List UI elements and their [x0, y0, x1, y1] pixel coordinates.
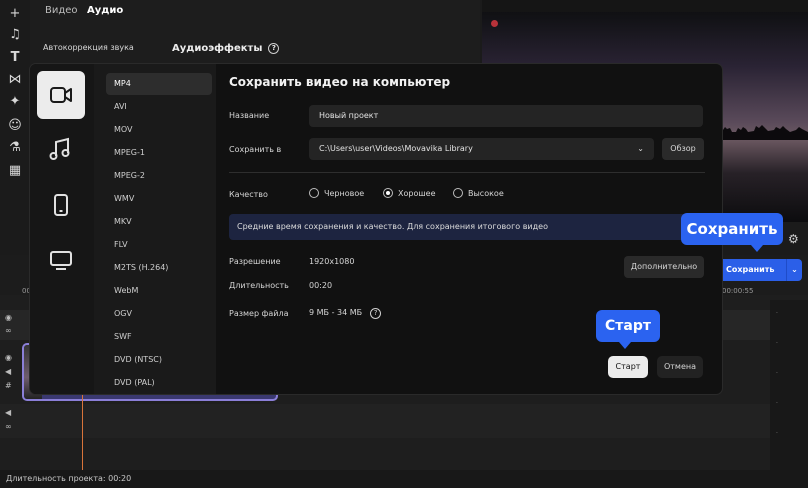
- radio-dot: [309, 188, 319, 198]
- resolution-value: 1920x1080: [309, 257, 355, 266]
- speaker-icon[interactable]: ◀: [5, 367, 11, 376]
- project-duration: Длительность проекта: 00:20: [6, 474, 132, 483]
- category-devices[interactable]: [37, 181, 85, 229]
- settings-gear-icon[interactable]: ⚙: [788, 232, 799, 246]
- radio-label: Черновое: [324, 189, 365, 198]
- dialog-title: Сохранить видео на компьютер: [229, 75, 451, 89]
- ruler-time-end: 00:00:55: [722, 287, 754, 295]
- filesize-label: Размер файла: [229, 309, 289, 318]
- meter-mark: -: [776, 370, 778, 376]
- format-list: MP4 AVI MOV MPEG-1 MPEG-2 WMV MKV FLV M2…: [94, 64, 216, 394]
- start-tooltip-arrow: [619, 342, 631, 349]
- format-item[interactable]: WebM: [106, 280, 212, 302]
- music-icon[interactable]: ♫: [7, 27, 23, 43]
- cancel-button[interactable]: Отмена: [657, 356, 703, 378]
- start-tooltip: Старт: [596, 310, 660, 342]
- speaker-icon[interactable]: ◀: [5, 408, 11, 417]
- transitions-icon[interactable]: ⋈: [7, 72, 23, 88]
- link-icon[interactable]: ∞: [5, 326, 12, 335]
- text-icon[interactable]: T: [7, 50, 23, 66]
- radio-label: Хорошее: [398, 189, 436, 198]
- quality-label: Качество: [229, 190, 268, 199]
- help-icon[interactable]: ?: [370, 308, 382, 319]
- format-item[interactable]: DVD (NTSC): [106, 349, 212, 371]
- format-item[interactable]: MPEG-1: [106, 142, 212, 164]
- auto-correction-label[interactable]: Автокоррекция звука: [43, 43, 134, 52]
- main-save-button[interactable]: Сохранить ⌄: [716, 259, 802, 281]
- music-note-icon: [49, 137, 70, 160]
- save-path-dropdown[interactable]: C:\Users\user\Videos\Movavika Library ⌄: [309, 138, 654, 160]
- tab-audio[interactable]: Аудио: [87, 5, 123, 16]
- chevron-down-icon: ⌄: [637, 144, 644, 153]
- format-item[interactable]: SWF: [106, 326, 212, 348]
- duration-label: Длительность: [229, 281, 289, 290]
- save-tooltip: Сохранить: [681, 213, 783, 245]
- monitor-icon: [50, 251, 72, 270]
- meter-mark: -: [776, 310, 778, 316]
- format-item[interactable]: MP4: [106, 73, 212, 95]
- more-tools-icon[interactable]: ▦: [7, 163, 23, 179]
- left-toolbar: + ♫ T ⋈ ✦ ☺ ⚗ ▦: [0, 0, 30, 250]
- audio-effects-label: Аудиоэффекты: [172, 43, 263, 54]
- video-camera-icon: [50, 87, 72, 103]
- audio-effects-title: Аудиоэффекты?: [172, 43, 280, 54]
- phone-icon: [54, 194, 68, 216]
- category-tv[interactable]: [37, 236, 85, 284]
- grid-icon[interactable]: #: [5, 381, 12, 390]
- eye-icon[interactable]: ◉: [5, 353, 12, 362]
- browse-button[interactable]: Обзор: [662, 138, 704, 160]
- radio-dot: [383, 188, 393, 198]
- save-tooltip-arrow: [751, 245, 763, 252]
- format-item[interactable]: MOV: [106, 119, 212, 141]
- link-icon[interactable]: ∞: [5, 422, 12, 431]
- format-item[interactable]: AVI: [106, 96, 212, 118]
- camels-silhouette: [712, 125, 808, 140]
- meter-mark: -: [776, 340, 778, 346]
- format-item[interactable]: DVD (PAL): [106, 372, 212, 394]
- track-row: [0, 404, 770, 438]
- stickers-icon[interactable]: ☺: [7, 118, 23, 134]
- duration-value: 00:20: [309, 281, 333, 290]
- filesize-row: 9 МБ - 34 МБ?: [309, 308, 382, 319]
- category-video[interactable]: [37, 71, 85, 119]
- preview-top-bar: [482, 0, 808, 12]
- meter-mark: -: [776, 400, 778, 406]
- save-in-label: Сохранить в: [229, 145, 282, 154]
- audio-level-meter: [770, 300, 808, 470]
- quality-high-radio[interactable]: Высокое: [453, 188, 504, 200]
- start-button[interactable]: Старт: [608, 356, 648, 378]
- advanced-button[interactable]: Дополнительно: [624, 256, 704, 278]
- format-item[interactable]: OGV: [106, 303, 212, 325]
- format-item[interactable]: MPEG-2: [106, 165, 212, 187]
- radio-dot: [453, 188, 463, 198]
- app-window: + ♫ T ⋈ ✦ ☺ ⚗ ▦ Видео Аудио Автокоррекци…: [0, 0, 808, 488]
- radio-label: Высокое: [468, 189, 504, 198]
- record-dot-icon: [491, 20, 498, 27]
- category-column: [30, 64, 94, 394]
- tab-video[interactable]: Видео: [45, 5, 78, 16]
- quality-info-box: Средние время сохранения и качество. Для…: [229, 214, 705, 240]
- format-item[interactable]: M2TS (H.264): [106, 257, 212, 279]
- quality-good-radio[interactable]: Хорошее: [383, 188, 436, 200]
- help-icon[interactable]: ?: [268, 43, 280, 54]
- name-input[interactable]: Новый проект: [309, 105, 703, 127]
- format-item[interactable]: MKV: [106, 211, 212, 233]
- save-path-value: C:\Users\user\Videos\Movavika Library: [319, 144, 473, 153]
- chevron-down-icon[interactable]: ⌄: [786, 259, 802, 281]
- category-audio[interactable]: [37, 126, 85, 174]
- resolution-label: Разрешение: [229, 257, 281, 266]
- quality-draft-radio[interactable]: Черновое: [309, 188, 364, 200]
- divider: [229, 172, 705, 173]
- format-item[interactable]: FLV: [106, 234, 212, 256]
- add-icon[interactable]: +: [7, 6, 23, 22]
- main-save-label: Сохранить: [726, 265, 775, 274]
- eye-icon[interactable]: ◉: [5, 313, 12, 322]
- effects-icon[interactable]: ✦: [7, 94, 23, 110]
- name-label: Название: [229, 111, 270, 120]
- meter-mark: -: [776, 430, 778, 436]
- filters-icon[interactable]: ⚗: [7, 140, 23, 156]
- filesize-value: 9 МБ - 34 МБ: [309, 308, 363, 317]
- format-item[interactable]: WMV: [106, 188, 212, 210]
